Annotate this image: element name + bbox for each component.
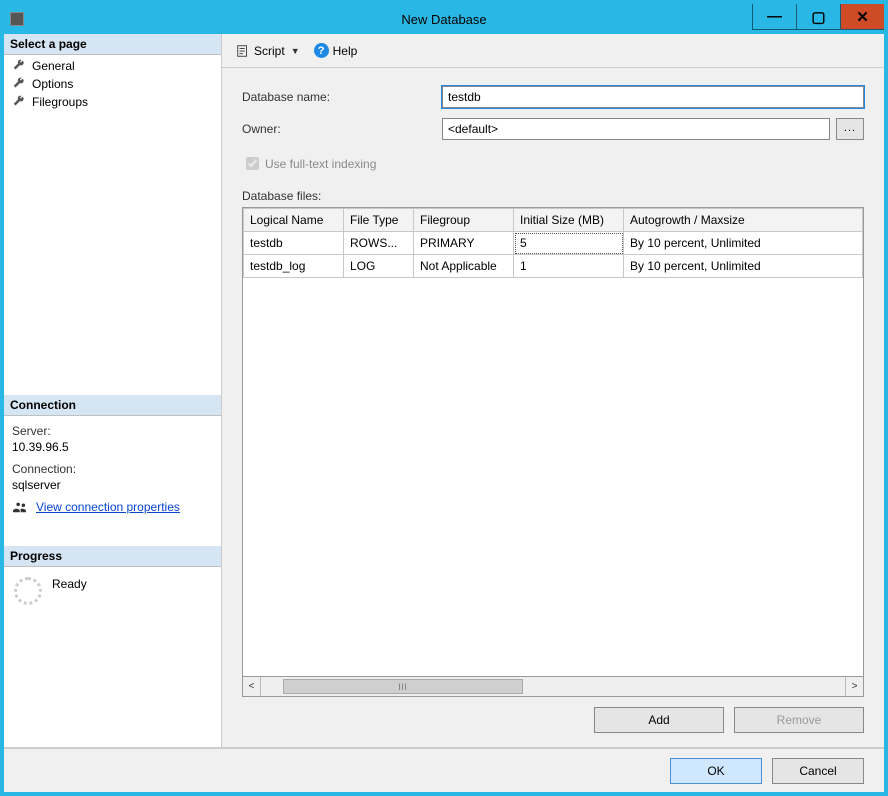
help-label: Help [333, 44, 358, 58]
progress-header: Progress [4, 546, 221, 567]
connection-header: Connection [4, 395, 221, 416]
scroll-grip-icon: lll [399, 682, 408, 692]
cell-filegroup[interactable]: PRIMARY [414, 232, 514, 255]
view-connection-properties-link[interactable]: View connection properties [36, 500, 180, 514]
scroll-left-arrow-icon[interactable]: < [243, 677, 261, 696]
page-label: Options [32, 77, 73, 91]
table-row[interactable]: testdb ROWS... PRIMARY 5 By 10 percent, … [244, 232, 863, 255]
connection-label: Connection: [12, 462, 213, 476]
database-name-input[interactable] [442, 86, 864, 108]
people-icon [12, 500, 26, 514]
database-files-label: Database files: [242, 189, 864, 203]
chevron-down-icon: ▼ [291, 46, 300, 56]
wrench-icon [12, 95, 26, 109]
page-item-general[interactable]: General [4, 57, 221, 75]
wrench-icon [12, 59, 26, 73]
owner-browse-button[interactable]: ... [836, 118, 864, 140]
script-button[interactable]: Script ▼ [232, 42, 304, 60]
fulltext-checkbox [246, 157, 259, 170]
col-filegroup[interactable]: Filegroup [414, 209, 514, 232]
form-area: Database name: Owner: ... Use full-text … [222, 68, 884, 747]
left-panel: Select a page General Options Filegroups [4, 34, 222, 747]
cell-initial-size[interactable]: 1 [514, 255, 624, 278]
page-label: General [32, 59, 75, 73]
script-label: Script [254, 44, 285, 58]
window-title: New Database [401, 12, 486, 27]
script-icon [236, 44, 250, 58]
col-autogrowth[interactable]: Autogrowth / Maxsize [624, 209, 863, 232]
cell-logical[interactable]: testdb [244, 232, 344, 255]
select-a-page-header: Select a page [4, 34, 221, 55]
dbname-label: Database name: [242, 90, 442, 104]
cell-autogrowth[interactable]: By 10 percent, Unlimited [624, 255, 863, 278]
connection-link-row: View connection properties [12, 500, 213, 514]
titlebar: New Database — ▢ ✕ [4, 4, 884, 34]
dialog-footer: OK Cancel [4, 748, 884, 792]
files-table: Logical Name File Type Filegroup Initial… [243, 208, 863, 278]
scroll-thumb[interactable]: lll [283, 679, 523, 694]
server-label: Server: [12, 424, 213, 438]
file-button-row: Add Remove [242, 697, 864, 741]
fulltext-row: Use full-text indexing [242, 154, 864, 173]
dbname-row: Database name: [242, 86, 864, 108]
table-row[interactable]: testdb_log LOG Not Applicable 1 By 10 pe… [244, 255, 863, 278]
page-item-options[interactable]: Options [4, 75, 221, 93]
progress-status: Ready [52, 577, 87, 591]
add-button[interactable]: Add [594, 707, 724, 733]
help-button[interactable]: ? Help [310, 41, 362, 60]
cancel-button[interactable]: Cancel [772, 758, 864, 784]
connection-box: Server: 10.39.96.5 Connection: sqlserver… [4, 416, 221, 546]
cell-logical[interactable]: testdb_log [244, 255, 344, 278]
horizontal-scrollbar[interactable]: < lll > [242, 677, 864, 697]
minimize-button[interactable]: — [752, 4, 796, 30]
cell-type[interactable]: LOG [344, 255, 414, 278]
cell-filegroup[interactable]: Not Applicable [414, 255, 514, 278]
scroll-right-arrow-icon[interactable]: > [845, 677, 863, 696]
main-split: Select a page General Options Filegroups [4, 34, 884, 748]
close-button[interactable]: ✕ [840, 4, 884, 30]
toolbar: Script ▼ ? Help [222, 34, 884, 68]
cell-initial-size[interactable]: 5 [514, 232, 624, 255]
col-initial-size[interactable]: Initial Size (MB) [514, 209, 624, 232]
col-file-type[interactable]: File Type [344, 209, 414, 232]
remove-button: Remove [734, 707, 864, 733]
progress-box: Ready [4, 567, 221, 747]
app-icon [10, 12, 24, 26]
table-header-row: Logical Name File Type Filegroup Initial… [244, 209, 863, 232]
database-files-grid[interactable]: Logical Name File Type Filegroup Initial… [242, 207, 864, 677]
window-controls: — ▢ ✕ [752, 4, 884, 34]
maximize-button[interactable]: ▢ [796, 4, 840, 30]
col-logical-name[interactable]: Logical Name [244, 209, 344, 232]
owner-input[interactable] [442, 118, 830, 140]
owner-row: Owner: ... [242, 118, 864, 140]
page-list: General Options Filegroups [4, 55, 221, 395]
right-panel: Script ▼ ? Help Database name: Owner: [222, 34, 884, 747]
ok-button[interactable]: OK [670, 758, 762, 784]
cell-autogrowth[interactable]: By 10 percent, Unlimited [624, 232, 863, 255]
new-database-dialog: New Database — ▢ ✕ Select a page General… [0, 0, 888, 796]
connection-value: sqlserver [12, 478, 213, 492]
page-item-filegroups[interactable]: Filegroups [4, 93, 221, 111]
server-value: 10.39.96.5 [12, 440, 213, 454]
page-label: Filegroups [32, 95, 88, 109]
dialog-body: Select a page General Options Filegroups [4, 34, 884, 792]
grid-wrap: Logical Name File Type Filegroup Initial… [242, 207, 864, 741]
progress-spinner-icon [14, 577, 42, 605]
cell-type[interactable]: ROWS... [344, 232, 414, 255]
fulltext-label: Use full-text indexing [265, 157, 376, 171]
help-icon: ? [314, 43, 329, 58]
owner-label: Owner: [242, 122, 442, 136]
wrench-icon [12, 77, 26, 91]
